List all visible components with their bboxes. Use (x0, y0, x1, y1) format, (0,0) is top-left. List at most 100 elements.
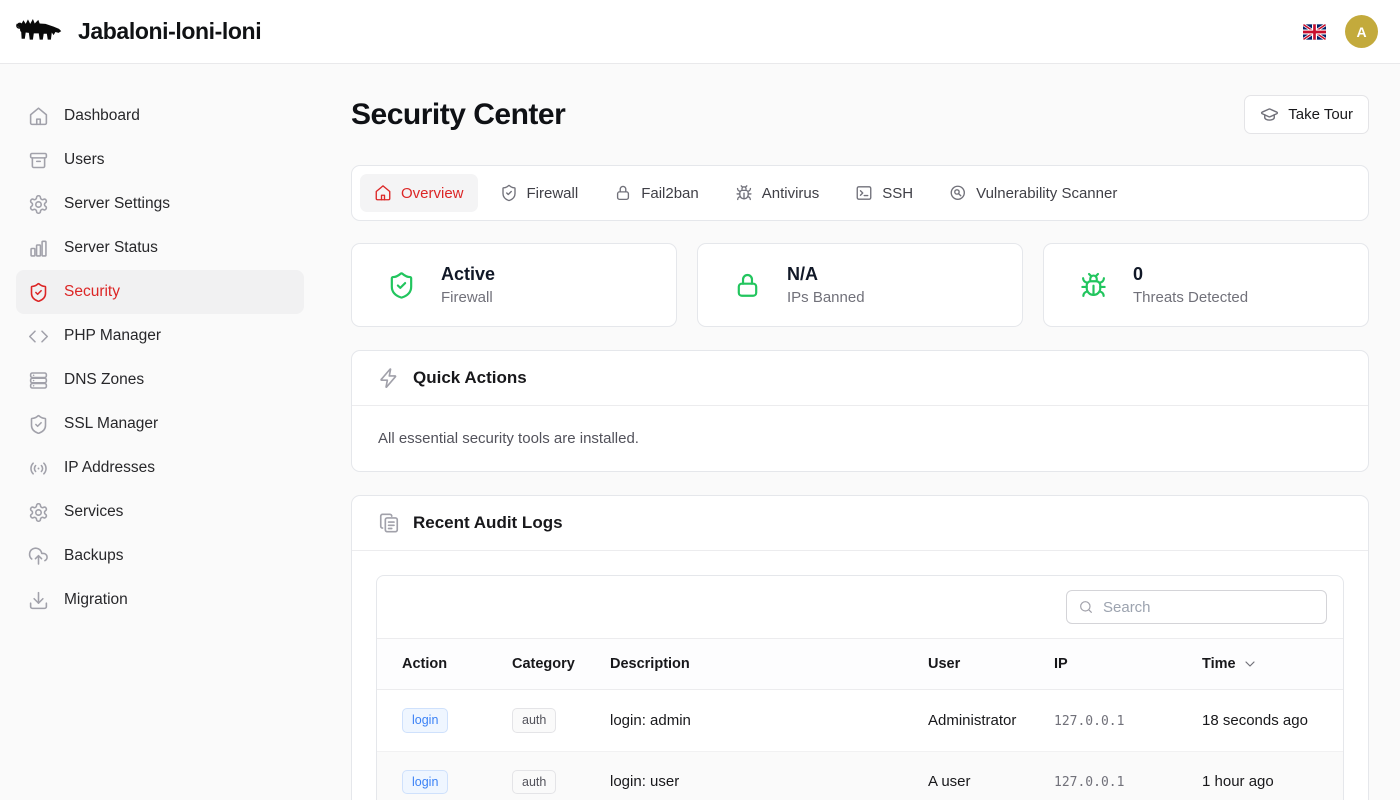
cell-user: A user (903, 751, 1029, 800)
sidebar-item-users[interactable]: Users (16, 138, 304, 182)
table-row: loginauthlogin: adminAdministrator127.0.… (377, 690, 1343, 752)
tab-vulnerability-scanner[interactable]: Vulnerability Scanner (935, 174, 1131, 212)
sidebar-item-label: PHP Manager (64, 327, 161, 345)
tab-label: Antivirus (762, 185, 820, 202)
sidebar-item-server-status[interactable]: Server Status (16, 226, 304, 270)
audit-logs-header: Recent Audit Logs (352, 496, 1368, 551)
sidebar-item-label: Server Status (64, 239, 158, 257)
stat-label: Firewall (441, 289, 495, 306)
search-circle-icon (949, 184, 967, 202)
tab-label: Overview (401, 185, 464, 202)
quick-actions-body: All essential security tools are install… (352, 406, 1368, 471)
sidebar-item-label: Server Settings (64, 195, 170, 213)
column-header-description: Description (585, 639, 903, 690)
sidebar-item-label: Users (64, 151, 104, 169)
sidebar-item-label: Migration (64, 591, 128, 609)
graduation-cap-icon (1260, 105, 1279, 124)
search-box (1066, 590, 1327, 624)
tab-overview[interactable]: Overview (360, 174, 478, 212)
category-badge: auth (512, 770, 556, 795)
broadcast-icon (28, 458, 49, 479)
audit-logs-card: Recent Audit Logs (351, 495, 1369, 800)
search-input[interactable] (1103, 599, 1315, 616)
quick-actions-title: Quick Actions (413, 368, 527, 388)
topbar: Jabaloni-loni-loni A (0, 0, 1400, 64)
sidebar-item-dns-zones[interactable]: DNS Zones (16, 358, 304, 402)
sidebar-item-php-manager[interactable]: PHP Manager (16, 314, 304, 358)
sidebar-item-ip-addresses[interactable]: IP Addresses (16, 446, 304, 490)
take-tour-button[interactable]: Take Tour (1244, 95, 1369, 134)
stat-card-threats-detected: 0 Threats Detected (1043, 243, 1369, 327)
sidebar-item-services[interactable]: Services (16, 490, 304, 534)
bar-chart-icon (28, 238, 49, 259)
header-row: Action Category Description User IP Time (377, 639, 1343, 690)
tab-ssh[interactable]: SSH (841, 174, 927, 212)
topbar-right: A (1303, 15, 1378, 48)
shield-check-icon (387, 271, 416, 300)
tab-firewall[interactable]: Firewall (486, 174, 593, 212)
clipboard-copy-icon (378, 512, 400, 534)
description-text: login: admin (610, 712, 691, 729)
bug-icon (1079, 271, 1108, 300)
ip-text: 127.0.0.1 (1054, 775, 1124, 790)
gear-icon (28, 194, 49, 215)
brand[interactable]: Jabaloni-loni-loni (14, 12, 261, 52)
terminal-icon (855, 184, 873, 202)
quick-actions-header: Quick Actions (352, 351, 1368, 406)
sidebar-item-ssl-manager[interactable]: SSL Manager (16, 402, 304, 446)
sidebar-item-security[interactable]: Security (16, 270, 304, 314)
action-badge: login (402, 770, 448, 795)
tab-label: Fail2ban (641, 185, 699, 202)
stat-value: Active (441, 264, 495, 285)
sidebar-item-backups[interactable]: Backups (16, 534, 304, 578)
column-label: Description (610, 656, 690, 672)
column-label: IP (1054, 656, 1068, 672)
stat-value: 0 (1133, 264, 1248, 285)
tab-fail2ban[interactable]: Fail2ban (600, 174, 713, 212)
sidebar-item-label: IP Addresses (64, 459, 155, 477)
cell-action: login (377, 751, 487, 800)
sidebar-item-label: DNS Zones (64, 371, 144, 389)
column-label: User (928, 656, 960, 672)
uk-flag-icon[interactable] (1303, 24, 1326, 40)
tab-label: Firewall (527, 185, 579, 202)
brand-name: Jabaloni-loni-loni (78, 18, 261, 45)
stat-label: Threats Detected (1133, 289, 1248, 306)
cell-category: auth (487, 751, 585, 800)
search-icon (1078, 599, 1094, 615)
sidebar-item-migration[interactable]: Migration (16, 578, 304, 622)
column-label: Category (512, 656, 575, 672)
cell-action: login (377, 690, 487, 752)
sidebar-item-dashboard[interactable]: Dashboard (16, 94, 304, 138)
audit-table-container: Action Category Description User IP Time logi… (376, 575, 1344, 800)
column-label: Action (402, 656, 447, 672)
page-title: Security Center (351, 98, 565, 132)
audit-logs-body: Action Category Description User IP Time logi… (352, 551, 1368, 800)
stat-text: N/AIPs Banned (787, 264, 865, 306)
column-header-action: Action (377, 639, 487, 690)
column-header-time[interactable]: Time (1177, 639, 1343, 690)
home-icon (28, 106, 49, 127)
time-text: 18 seconds ago (1202, 712, 1308, 729)
avatar[interactable]: A (1345, 15, 1378, 48)
zap-icon (378, 367, 400, 389)
bug-icon (735, 184, 753, 202)
user-text: Administrator (928, 712, 1016, 729)
search-icon (1078, 599, 1094, 615)
take-tour-label: Take Tour (1288, 106, 1353, 123)
gear-icon (28, 502, 49, 523)
cell-ip: 127.0.0.1 (1029, 751, 1177, 800)
tab-antivirus[interactable]: Antivirus (721, 174, 834, 212)
audit-table-head: Action Category Description User IP Time (377, 639, 1343, 690)
cell-time: 1 hour ago (1177, 751, 1343, 800)
shield-check-icon (28, 282, 49, 303)
sidebar-item-server-settings[interactable]: Server Settings (16, 182, 304, 226)
stat-value: N/A (787, 264, 865, 285)
sidebar-item-label: Security (64, 283, 120, 301)
sidebar: Dashboard Users Server Settings Server Stat… (0, 64, 320, 800)
shield-check-icon (28, 414, 49, 435)
download-icon (28, 590, 49, 611)
audit-table: Action Category Description User IP Time logi… (377, 638, 1343, 800)
lock-icon (614, 184, 632, 202)
boar-logo-icon (14, 12, 68, 52)
